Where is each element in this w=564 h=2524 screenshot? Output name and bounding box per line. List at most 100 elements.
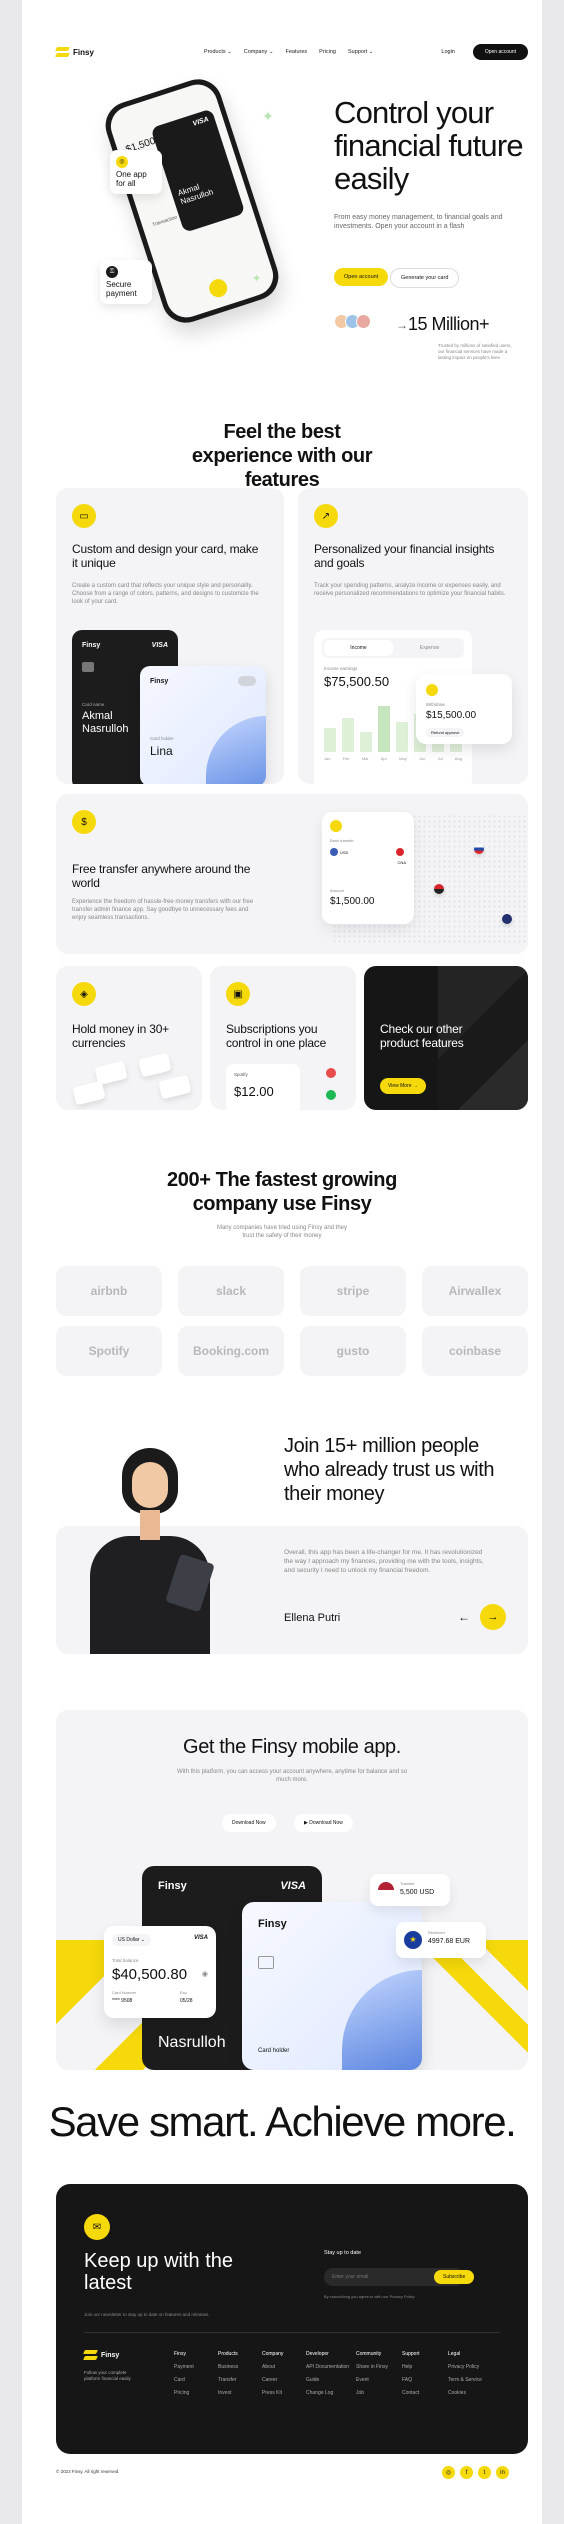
nav-features[interactable]: Features [285,49,307,55]
mail-icon: ✉ [84,2214,110,2240]
withdraw-widget: Withdraw $15,500.00 Refund approve [416,674,512,744]
footer-link[interactable]: About [262,2364,275,2370]
footer-link[interactable]: Invest [218,2390,231,2396]
tab-income[interactable]: Income [324,640,393,656]
nav-products[interactable]: Products ⌄ [204,49,232,55]
footer-link[interactable]: Term & Service [448,2377,482,2383]
feature-card-currencies: ◈ Hold money in 30+ currencies [56,966,202,1110]
feature-desc: Experience the freedom of hassle-free mo… [72,899,254,921]
feature-title: Hold money in 30+ currencies [72,1022,169,1050]
dollar-icon: $ [72,810,96,834]
hero-title: Control your financial future easily [334,95,524,196]
feature-card-insights: ↗ Personalized your financial insights a… [298,488,528,784]
footer-link[interactable]: Press Kit [262,2390,282,2396]
footer-link[interactable]: Guide [306,2377,319,2383]
hero-open-account-button[interactable]: Open account [334,268,389,286]
transfer-amount: $1,500.00 [330,896,375,907]
footer-col-legal: Legal Privacy Policy Term & Service Cookies [448,2351,482,2396]
currency-card [138,1052,172,1078]
nav-company[interactable]: Company ⌄ [244,49,274,55]
footer-link[interactable]: Event [356,2377,369,2383]
usd-widget: Transfer 5,500 USD [370,1874,450,1906]
currency-select[interactable]: US Dollar ⌄ [112,1934,151,1946]
generate-card-button[interactable]: Generate your card [390,268,460,288]
subscribe-button[interactable]: Subscribe [434,2270,475,2284]
calendar-icon: ▣ [226,982,250,1006]
footer-link[interactable]: API Documentation [306,2364,349,2370]
currency-card [72,1080,106,1106]
hero-stat: 15 Million+ [408,314,490,334]
footer-link[interactable]: Help [402,2364,412,2370]
logo-slack: slack [178,1266,284,1316]
nav-pricing[interactable]: Pricing [319,49,336,55]
open-account-button[interactable]: Open account [472,44,528,60]
footer-col-company: Company About Career Press Kit [262,2351,284,2396]
footer-link[interactable]: Transfer [218,2377,236,2383]
footer-link[interactable]: Privacy Policy [448,2364,479,2370]
divider [84,2332,500,2333]
footer-link[interactable]: Payment [174,2364,194,2370]
chip-icon [82,662,94,672]
feature-title: Check our other product features [380,1022,464,1050]
testimonial-title: Join 15+ million people who already trus… [284,1435,495,1505]
footer-link[interactable]: Pricing [174,2390,189,2396]
next-arrow-icon[interactable]: → [480,1604,506,1630]
feature-card-transfer: $ Free transfer anywhere around the worl… [56,794,528,954]
footer-link[interactable]: Job [356,2390,364,2396]
spotify-icon [326,1090,336,1100]
us-flag-icon [378,1882,394,1898]
us-flag-icon [330,848,338,856]
footer-link[interactable]: FAQ [402,2377,412,2383]
mobile-title: Get the Finsy mobile app. [183,1736,401,1758]
google-play-button[interactable]: ▶ Download Now [294,1814,353,1832]
app-store-button[interactable]: Download Now [222,1814,276,1832]
footer-link[interactable]: Business [218,2364,238,2370]
flag-icon [502,914,512,924]
finsy-logo-icon [55,46,70,58]
wallet-icon [426,684,438,696]
footer-link[interactable]: Change Log [306,2390,333,2396]
footer-logo[interactable]: Finsy [83,2350,119,2361]
footer-link[interactable]: Contact [402,2390,419,2396]
light-card: Finsy Card holder Lina [140,666,266,784]
logo-stripe: stripe [300,1266,406,1316]
facebook-icon[interactable]: f [460,2466,473,2479]
footer-link[interactable]: Cookies [448,2390,466,2396]
eye-icon[interactable]: ◉ [202,1970,208,1978]
linkedin-icon[interactable]: in [496,2466,509,2479]
subscription-widget: Spotify $12.00 [226,1064,300,1110]
currency-card [158,1074,192,1100]
logo-booking: Booking.com [178,1326,284,1376]
prev-arrow-icon[interactable]: ← [458,1610,470,1624]
footer-about: Follow your complete platform financial … [84,2370,131,2381]
sparkle-icon: ✦ [252,273,262,285]
footer-col-community: Community Share in Finsy Event Job [356,2351,388,2396]
feature-card-custom: ▭ Custom and design your card, make it u… [56,488,284,784]
footer-link[interactable]: Career [262,2377,277,2383]
login-link[interactable]: Login [441,49,454,55]
twitter-icon[interactable]: t [478,2466,491,2479]
brand-name: Finsy [73,47,94,57]
card-icon: ▭ [72,504,96,528]
brand-logo[interactable]: Finsy [55,46,94,58]
view-more-button[interactable]: View More → [380,1078,426,1094]
secure-payment-tag: ⚿ Secure payment [100,260,152,304]
logo-spotify: Spotify [56,1326,162,1376]
instagram-icon[interactable]: ◎ [442,2466,455,2479]
footer-link[interactable]: Share in Finsy [356,2364,388,2370]
arrow-icon: → [396,318,408,332]
logos-subtitle: Many companies have tried using Finsy an… [216,1225,348,1239]
mobile-subtitle: With this platform, you can access your … [176,1769,408,1783]
footer-col-support: Support Help FAQ Contact [402,2351,420,2396]
tab-expense[interactable]: Expense [395,645,464,651]
chip-icon [258,1956,274,1969]
footer-link[interactable]: Card [174,2377,185,2383]
nav-support[interactable]: Support ⌄ [348,49,373,55]
footer-col-products: Products Business Transfer Invest [218,2351,239,2396]
avatar [356,314,371,329]
one-app-tag: ◎ One app for all [110,150,162,194]
hero-stat-desc: Trusted by millions of satisfied users, … [438,343,512,360]
coin-icon: ◈ [72,982,96,1006]
slogan: Save smart. Achieve more. [48,2098,517,2145]
app-icon: ◎ [116,156,128,168]
